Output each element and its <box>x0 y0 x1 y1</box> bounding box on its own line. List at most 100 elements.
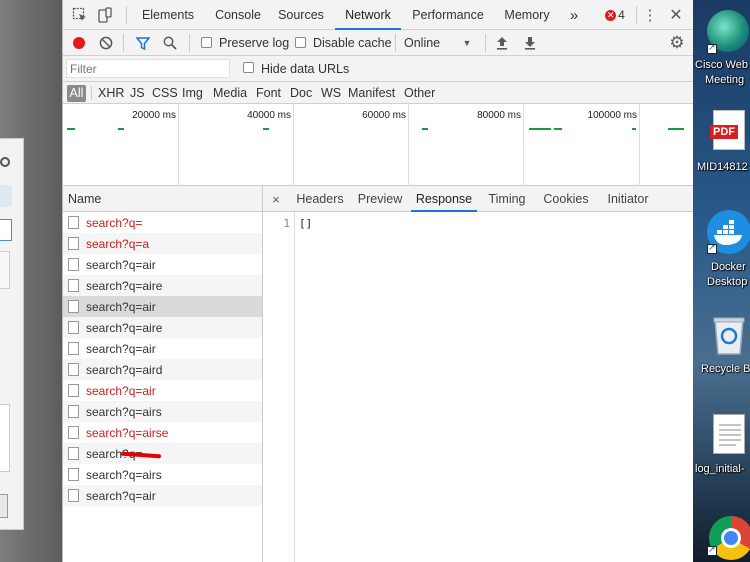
request-row[interactable]: search?q=air <box>63 338 262 359</box>
network-toolbar: Preserve log Disable cache Online ▼ ⚙ <box>63 30 694 56</box>
tab-console[interactable]: Console <box>207 0 269 30</box>
filter-bar: Hide data URLs <box>63 56 694 82</box>
import-har-icon[interactable] <box>494 34 510 52</box>
name-column-header[interactable]: Name <box>63 186 263 212</box>
tab-network[interactable]: Network <box>335 0 401 30</box>
filter-input[interactable] <box>66 59 230 78</box>
desktop-icon-label: MID14812 <box>697 161 748 173</box>
file-icon <box>68 300 79 313</box>
file-icon <box>68 216 79 229</box>
preserve-log-checkbox[interactable] <box>201 37 212 48</box>
timeline-request-bar <box>554 128 562 130</box>
desktop-icon-chrome[interactable] <box>693 512 750 562</box>
desktop-icon-pdf[interactable]: PDF MID14812 <box>693 106 750 176</box>
filter-icon[interactable] <box>134 34 152 52</box>
preserve-log-label[interactable]: Preserve log <box>219 36 289 50</box>
request-row[interactable]: search?q=aird <box>63 359 262 380</box>
request-row[interactable]: search?q= <box>63 443 262 464</box>
more-tabs-button[interactable]: » <box>565 0 583 30</box>
response-viewer[interactable]: 1 [] <box>263 212 694 562</box>
request-name: search?q=air <box>86 300 156 314</box>
desktop-icon-log-file[interactable]: log_initial- <box>693 410 750 480</box>
request-name: search?q= <box>86 216 143 230</box>
tab-cookies[interactable]: Cookies <box>539 186 593 212</box>
type-filter-img[interactable]: Img <box>182 85 203 102</box>
tab-memory[interactable]: Memory <box>497 0 557 30</box>
request-row[interactable]: search?q=airs <box>63 401 262 422</box>
close-icon[interactable]: ✕ <box>667 6 685 24</box>
tab-initiator[interactable]: Initiator <box>599 186 657 212</box>
line-number-gutter: 1 <box>263 212 295 562</box>
type-filter-all[interactable]: All <box>67 85 86 102</box>
file-icon <box>68 321 79 334</box>
request-name: search?q=airs <box>86 405 162 419</box>
file-icon <box>68 363 79 376</box>
request-row[interactable]: search?q=air <box>63 485 262 506</box>
close-detail-button[interactable]: × <box>269 186 283 212</box>
type-filter-manifest[interactable]: Manifest <box>348 85 395 102</box>
request-row[interactable]: search?q=airs <box>63 464 262 485</box>
request-row[interactable]: search?q=air <box>63 380 262 401</box>
hide-data-urls-checkbox[interactable] <box>243 62 254 73</box>
request-name: search?q=a <box>86 237 150 251</box>
timeline-grid-line <box>408 104 409 186</box>
desktop-icon-cisco-webex[interactable]: Cisco Web Meeting <box>693 6 750 92</box>
tab-sources[interactable]: Sources <box>273 0 329 30</box>
desktop-icon-label: Meeting <box>705 74 745 86</box>
desktop-icon-docker[interactable]: Docker Desktop <box>693 208 750 292</box>
response-content[interactable]: [] <box>299 217 312 230</box>
chevron-down-icon[interactable]: ▼ <box>461 36 473 50</box>
timeline-request-bar <box>529 128 551 130</box>
tab-preview[interactable]: Preview <box>355 186 405 212</box>
search-icon[interactable] <box>161 34 179 52</box>
inspect-element-icon[interactable] <box>71 6 89 24</box>
type-filter-ws[interactable]: WS <box>321 85 341 102</box>
tab-response[interactable]: Response <box>411 186 477 212</box>
request-row[interactable]: search?q=aire <box>63 317 262 338</box>
type-filter-css[interactable]: CSS <box>152 85 178 102</box>
record-icon[interactable] <box>70 34 88 52</box>
device-toolbar-icon[interactable] <box>96 6 114 24</box>
throttling-select[interactable]: Online <box>404 36 440 50</box>
request-row[interactable]: search?q=air <box>63 254 262 275</box>
tab-timing[interactable]: Timing <box>483 186 531 212</box>
tab-headers[interactable]: Headers <box>291 186 349 212</box>
request-row[interactable]: search?q=airse <box>63 422 262 443</box>
timeline-request-bar <box>67 128 75 130</box>
settings-gear-icon[interactable]: ⚙ <box>668 33 686 52</box>
dialog-button[interactable] <box>0 494 8 518</box>
error-badge-icon: ✕ <box>605 9 617 21</box>
type-filter-other[interactable]: Other <box>404 85 435 102</box>
timeline-grid-line <box>293 104 294 186</box>
toolbar-divider <box>189 34 190 52</box>
clear-icon[interactable] <box>97 34 115 52</box>
export-har-icon[interactable] <box>522 34 538 52</box>
disable-cache-checkbox[interactable] <box>295 37 306 48</box>
kebab-menu-icon[interactable]: ⋮ <box>642 6 658 24</box>
dialog-text-area[interactable] <box>0 404 10 472</box>
type-filter-font[interactable]: Font <box>256 85 281 102</box>
hide-data-urls-label[interactable]: Hide data URLs <box>261 62 349 76</box>
resource-type-bar: All XHR JS CSS Img Media Font Doc WS Man… <box>63 82 694 104</box>
file-icon <box>68 405 79 418</box>
tab-performance[interactable]: Performance <box>407 0 489 30</box>
desktop-icon-recycle-bin[interactable]: Recycle B <box>693 310 750 380</box>
type-filter-media[interactable]: Media <box>213 85 247 102</box>
request-row[interactable]: search?q=aire <box>63 275 262 296</box>
request-row[interactable]: search?q=air <box>63 296 262 317</box>
disable-cache-label[interactable]: Disable cache <box>313 36 392 50</box>
error-counter[interactable]: ✕ 4 <box>603 7 627 23</box>
shortcut-arrow-icon <box>707 242 717 254</box>
dialog-input[interactable] <box>0 219 12 241</box>
network-overview-timeline[interactable]: 20000 ms 40000 ms 60000 ms 80000 ms 1000… <box>63 104 694 186</box>
toolbar-divider <box>123 34 124 52</box>
request-row[interactable]: search?q= <box>63 212 262 233</box>
timeline-grid-line <box>178 104 179 186</box>
tab-elements[interactable]: Elements <box>135 0 201 30</box>
timeline-tick-label: 80000 ms <box>477 110 521 121</box>
type-filter-xhr[interactable]: XHR <box>98 85 124 102</box>
type-filter-js[interactable]: JS <box>130 85 145 102</box>
toolbar-divider <box>636 6 637 24</box>
type-filter-doc[interactable]: Doc <box>290 85 312 102</box>
request-row[interactable]: search?q=a <box>63 233 262 254</box>
